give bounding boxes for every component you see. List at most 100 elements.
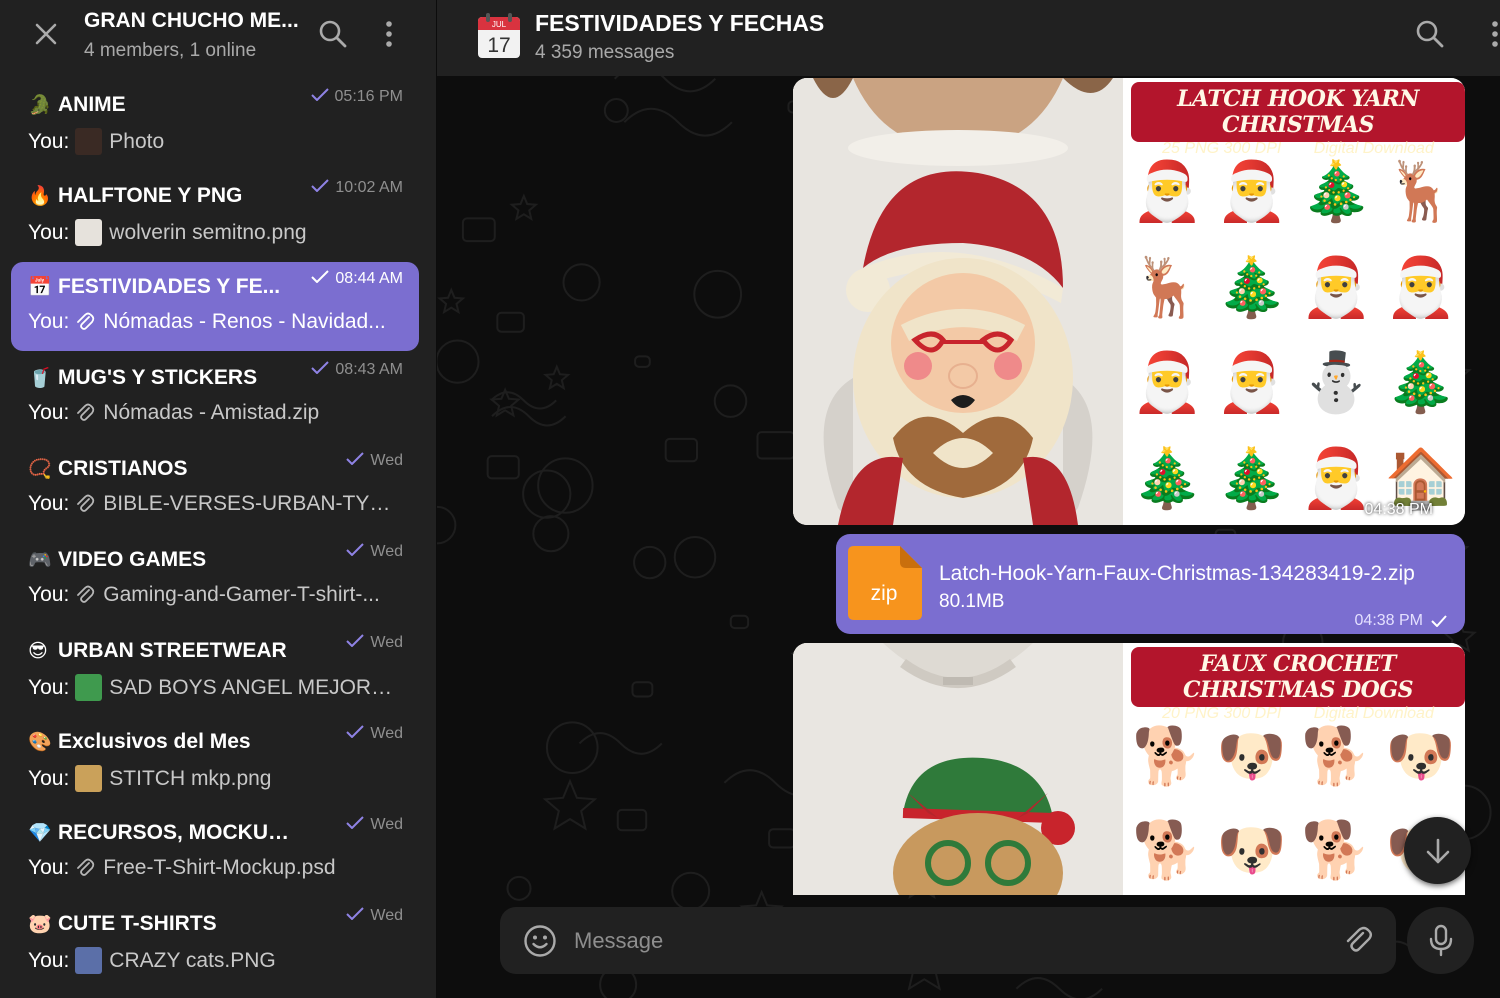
product-banner: LATCH HOOK YARN CHRISTMAS 25 PNG 300 DPI…	[1131, 82, 1465, 157]
search-button[interactable]	[315, 16, 351, 52]
chat-more-button[interactable]	[1477, 16, 1500, 52]
sender-label: You:	[28, 675, 70, 699]
chat-title: 🐷 CUTE T-SHIRTS	[28, 912, 298, 936]
chat-time: Wed	[346, 634, 403, 652]
scroll-to-bottom-button[interactable]	[1404, 817, 1471, 884]
chat-emoji: 🎨	[28, 732, 52, 753]
chat-item[interactable]: 🐷 CUTE T-SHIRTS Wed You: CRAZY cats.PNG	[11, 899, 419, 988]
chat-time-text: 08:44 AM	[335, 270, 403, 287]
close-button[interactable]	[28, 16, 64, 52]
file-name: Latch-Hook-Yarn-Faux-Christmas-134283419…	[939, 562, 1415, 585]
chat-time: 05:16 PM	[310, 88, 403, 106]
chat-item[interactable]: 😎 URBAN STREETWEAR Wed You: SAD BOYS ANGEL M…	[11, 626, 419, 715]
design-thumbnail: 🎅	[1215, 158, 1288, 224]
chat-last-message: You: wolverin semitno.png	[28, 219, 398, 246]
chat-item[interactable]: 🐊 ANIME 05:16 PM You: Photo	[11, 80, 419, 169]
paperclip-icon	[75, 493, 97, 515]
chat-last-message: You: Gaming-and-Gamer-T-shirt-...	[28, 583, 398, 607]
chat-title-text: MUG'S Y STICKERS	[58, 366, 258, 389]
media-message-latch-hook[interactable]: LATCH HOOK YARN CHRISTMAS 25 PNG 300 DPI…	[793, 78, 1465, 525]
chat-header[interactable]: JUL 17 FESTIVIDADES Y FECHAS 4 359 messa…	[437, 0, 1500, 76]
chat-title-text: CRISTIANOS	[58, 457, 188, 480]
preview-sheet-latch-hook: LATCH HOOK YARN CHRISTMAS 25 PNG 300 DPI…	[1123, 78, 1465, 525]
chat-time: Wed	[346, 725, 403, 743]
check-icon	[346, 725, 365, 743]
design-thumbnail: 🐶	[1216, 724, 1287, 787]
design-thumbnail: 🎅	[1384, 254, 1457, 320]
design-thumbnail: 🎅	[1131, 350, 1204, 416]
sender-label: You:	[28, 401, 70, 424]
chat-title: 🐊 ANIME	[28, 93, 298, 117]
last-message-text: Gaming-and-Gamer-T-shirt-...	[103, 583, 380, 606]
group-title: GRAN CHUCHO ME...	[84, 9, 299, 32]
chat-time: 08:43 AM	[311, 361, 403, 379]
dog-sweater-image	[793, 643, 1123, 895]
chat-time-text: Wed	[370, 725, 403, 742]
last-message-text: wolverin semitno.png	[109, 220, 307, 244]
sender-label: You:	[28, 948, 70, 972]
mockup-photo-dog-sweater	[793, 643, 1123, 895]
design-thumbnail: ⛄	[1300, 350, 1373, 416]
message-input[interactable]	[572, 919, 1316, 963]
calendar-month: JUL	[492, 20, 507, 29]
voice-record-button[interactable]	[1407, 907, 1474, 974]
check-icon	[311, 179, 330, 197]
chat-search-button[interactable]	[1412, 16, 1448, 52]
media-message-crochet-dogs[interactable]: FAUX CROCHET CHRISTMAS DOGS 20 PNG 300 D…	[793, 643, 1465, 895]
paperclip-icon	[75, 584, 97, 606]
chat-title-text: Exclusivos del Mes	[58, 730, 251, 753]
photo-thumbnail-icon	[75, 128, 103, 155]
sender-label: You:	[28, 129, 70, 153]
check-icon	[1439, 504, 1455, 516]
check-icon	[346, 543, 365, 561]
chat-time: 10:02 AM	[311, 179, 403, 197]
banner-title: LATCH HOOK YARN CHRISTMAS	[1177, 86, 1419, 138]
sender-label: You:	[28, 583, 70, 606]
banner-title: FAUX CROCHET CHRISTMAS DOGS	[1182, 651, 1414, 703]
chat-item[interactable]: 📿 CRISTIANOS Wed You: BIBLE-VERSES-URBAN-TYP…	[11, 444, 419, 533]
arrow-down-icon	[1426, 838, 1449, 863]
chat-view: JUL 17 FESTIVIDADES Y FECHAS 4 359 messa…	[437, 0, 1500, 998]
design-grid: 🎅 🎅 🎄 🦌 🦌 🎄 🎅 🎅 🎅 🎅 ⛄ 🎄 🎄 🎄 🎅 🏠	[1127, 146, 1461, 525]
calendar-day: 17	[487, 34, 510, 57]
message-time-text: 04:38 PM	[1364, 501, 1433, 518]
check-icon	[346, 634, 365, 652]
emoji-button[interactable]	[520, 921, 560, 961]
message-time: 04:38 PM	[1355, 612, 1447, 630]
check-icon	[310, 88, 329, 106]
chat-item[interactable]: 🎮 VIDEO GAMES Wed You: Gaming-and-Gamer-T-sh…	[11, 535, 419, 624]
santa-sweater-image	[793, 78, 1123, 525]
chat-emoji: 📿	[28, 459, 52, 480]
last-message-text: Nómadas - Amistad.zip	[103, 401, 320, 424]
attach-button[interactable]	[1340, 922, 1376, 958]
chat-time-text: Wed	[370, 543, 403, 560]
chat-title: 💎 RECURSOS, MOCKUPS Y...	[28, 821, 298, 845]
chat-title: 😎 URBAN STREETWEAR	[28, 639, 298, 663]
chat-last-message: You: SAD BOYS ANGEL MEJORA...	[28, 674, 398, 701]
design-thumbnail: 🎅	[1131, 158, 1204, 224]
chat-emoji: 😎	[28, 640, 48, 662]
chat-emoji: 🥤	[28, 368, 52, 389]
chat-item[interactable]: 💎 RECURSOS, MOCKUPS Y... Wed You: Free-T-Shi…	[11, 808, 419, 897]
search-icon	[1416, 20, 1444, 48]
chat-time: 08:44 AM	[311, 270, 403, 288]
chat-item[interactable]: 📅 FESTIVIDADES Y FE... 08:44 AM You: Nómadas…	[11, 262, 419, 351]
check-icon	[346, 907, 365, 925]
chat-item[interactable]: 🔥 HALFTONE Y PNG 10:02 AM You: wolverin semi…	[11, 171, 419, 260]
chat-title: 🎮 VIDEO GAMES	[28, 548, 298, 572]
chat-item[interactable]: 🥤 MUG'S Y STICKERS 08:43 AM You: Nómadas - A…	[11, 353, 419, 442]
design-thumbnail: 🐶	[1385, 724, 1456, 787]
chat-time-text: Wed	[370, 452, 403, 469]
paperclip-icon	[75, 311, 97, 333]
chat-emoji: 🎮	[28, 550, 52, 571]
file-message[interactable]: zip Latch-Hook-Yarn-Faux-Christmas-13428…	[836, 534, 1465, 634]
paperclip-icon	[75, 857, 97, 879]
zip-file-icon[interactable]: zip	[848, 546, 922, 620]
message-time-text: 04:38 PM	[1354, 612, 1423, 629]
chat-title-text: CUTE T-SHIRTS	[58, 912, 217, 935]
chat-item[interactable]: 🎨 Exclusivos del Mes Wed You: STITCH mkp.png	[11, 717, 419, 806]
more-options-button[interactable]	[371, 16, 407, 52]
last-message-text: Photo	[109, 129, 165, 153]
channel-title: FESTIVIDADES Y FECHAS	[535, 10, 825, 36]
last-message-text: CRAZY cats.PNG	[109, 948, 276, 972]
